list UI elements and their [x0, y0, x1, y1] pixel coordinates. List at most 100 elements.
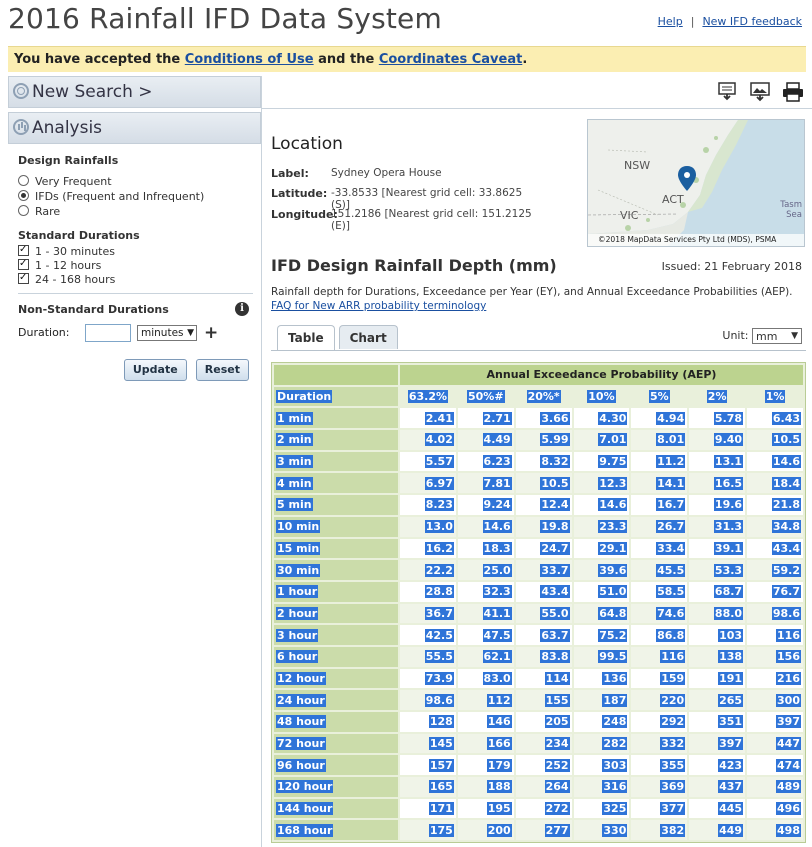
- faq-link[interactable]: FAQ for New ARR probability terminology: [271, 300, 486, 312]
- value-text: 32.3: [482, 585, 512, 599]
- image-download-icon[interactable]: [750, 82, 770, 102]
- duration-header[interactable]: Duration: [274, 386, 398, 407]
- duration-cell: 3 min: [274, 451, 398, 472]
- checkbox[interactable]: [18, 245, 29, 256]
- tab-table[interactable]: Table: [277, 325, 335, 351]
- value-cell: 175: [400, 820, 456, 841]
- value-cell: 28.8: [400, 581, 456, 602]
- conditions-of-use-link[interactable]: Conditions of Use: [185, 52, 314, 67]
- new-search-panel[interactable]: New Search >: [8, 76, 261, 108]
- value-text: 200: [486, 823, 512, 837]
- value-text: 191: [718, 671, 744, 685]
- radio-button[interactable]: [18, 190, 29, 201]
- map-credit: ©2018 MapData Services Pty Ltd (MDS), PS…: [588, 234, 804, 246]
- design-rainfalls-options: Very Frequent IFDs (Frequent and Infreque…: [18, 174, 253, 219]
- value-cell: 63.7: [515, 625, 572, 645]
- value-text: 498: [776, 823, 801, 837]
- reset-button[interactable]: Reset: [195, 359, 249, 381]
- duration-label: 6 hour: [276, 650, 319, 664]
- value-text: 7.81: [482, 476, 512, 490]
- standard-duration-option[interactable]: 24 - 168 hours: [18, 273, 253, 287]
- aep-column-header[interactable]: 20%*: [515, 386, 572, 407]
- value-cell: 220: [631, 690, 688, 710]
- aep-column-header[interactable]: 10%: [573, 386, 630, 407]
- value-cell: 282: [573, 733, 630, 754]
- duration-label: 30 min: [276, 563, 321, 577]
- value-text: 220: [660, 693, 686, 707]
- design-rainfall-option[interactable]: IFDs (Frequent and Infrequent): [18, 189, 253, 204]
- duration-label: 144 hour: [276, 802, 334, 816]
- location-map[interactable]: NSW ACT VIC Tasm Sea ©2018 MapData Servi…: [587, 119, 805, 247]
- table-row: 30 min 22.2 25.0 33.7 39.6 45.5 53.3 59.2: [274, 560, 803, 580]
- value-text: 4.94: [656, 411, 686, 425]
- value-text: 325: [602, 802, 628, 816]
- standard-duration-option[interactable]: 1 - 12 hours: [18, 259, 253, 273]
- tab-chart[interactable]: Chart: [338, 325, 398, 349]
- aep-column-header[interactable]: 63.2%: [400, 386, 456, 407]
- value-text: 8.23: [424, 498, 454, 512]
- duration-input[interactable]: [85, 324, 131, 342]
- value-cell: 2.71: [457, 408, 514, 429]
- aep-column-header[interactable]: 5%: [631, 386, 688, 407]
- value-cell: 423: [689, 755, 746, 776]
- unit-select[interactable]: mm ▼: [752, 328, 802, 344]
- option-label: Rare: [35, 205, 61, 218]
- coordinates-caveat-link[interactable]: Coordinates Caveat: [379, 52, 523, 67]
- design-rainfall-option[interactable]: Rare: [18, 204, 253, 219]
- map-label-nsw: NSW: [624, 159, 651, 172]
- value-cell: 53.3: [689, 560, 746, 580]
- value-text: 128: [428, 715, 454, 729]
- aep-column-header[interactable]: 2%: [689, 386, 746, 407]
- print-icon[interactable]: [782, 82, 804, 102]
- radio-button[interactable]: [18, 205, 29, 216]
- checkbox[interactable]: [18, 273, 29, 284]
- option-label: Very Frequent: [35, 175, 112, 188]
- radio-button[interactable]: [18, 175, 29, 186]
- ifd-description: Rainfall depth for Durations, Exceedance…: [271, 285, 806, 313]
- value-text: 474: [776, 758, 801, 772]
- duration-cell: 1 min: [274, 408, 398, 429]
- feedback-link[interactable]: New IFD feedback: [702, 15, 802, 28]
- info-icon[interactable]: i: [235, 302, 249, 316]
- value-cell: 489: [747, 777, 803, 797]
- help-link[interactable]: Help: [658, 15, 683, 28]
- value-text: 171: [428, 802, 454, 816]
- value-cell: 397: [689, 733, 746, 754]
- csv-download-icon[interactable]: [717, 82, 737, 102]
- aep-column-header[interactable]: 1%: [747, 386, 803, 407]
- aep-column-header[interactable]: 50%#: [457, 386, 514, 407]
- value-text: 165: [428, 780, 454, 794]
- add-duration-icon[interactable]: +: [204, 323, 218, 343]
- value-cell: 10.5: [515, 473, 572, 494]
- value-cell: 248: [573, 712, 630, 732]
- duration-unit-select[interactable]: minutes ▼: [137, 325, 197, 341]
- analysis-panel[interactable]: Analysis: [8, 112, 261, 144]
- value-cell: 24.7: [515, 538, 572, 559]
- value-text: 19.6: [713, 498, 744, 512]
- unit-selector: Unit: mm ▼: [722, 328, 802, 344]
- update-button[interactable]: Update: [123, 359, 187, 381]
- value-cell: 355: [631, 755, 688, 776]
- value-cell: 4.02: [400, 430, 456, 450]
- conditions-notice: You have accepted the Conditions of Use …: [8, 46, 806, 72]
- longitude-value: 151.2186 [Nearest grid cell: 151.2125 (E…: [331, 208, 532, 232]
- value-text: 5.78: [713, 411, 744, 425]
- duration-cell: 2 min: [274, 430, 398, 450]
- value-text: 12.3: [598, 476, 628, 490]
- value-text: 24.7: [540, 541, 570, 555]
- value-cell: 7.81: [457, 473, 514, 494]
- value-cell: 265: [689, 690, 746, 710]
- standard-duration-option[interactable]: 1 - 30 minutes: [18, 245, 253, 259]
- value-text: 382: [660, 823, 686, 837]
- duration-cell: 15 min: [274, 538, 398, 559]
- value-cell: 449: [689, 820, 746, 841]
- design-rainfall-option[interactable]: Very Frequent: [18, 174, 253, 189]
- value-text: 86.8: [656, 628, 686, 642]
- duration-cell: 120 hour: [274, 777, 398, 797]
- value-cell: 99.5: [573, 646, 630, 667]
- checkbox[interactable]: [18, 259, 29, 270]
- value-cell: 73.9: [400, 668, 456, 689]
- table-row: 48 hour 128 146 205 248 292 351 397: [274, 712, 803, 732]
- table-row: 168 hour 175 200 277 330 382 449 498: [274, 820, 803, 841]
- value-text: 6.23: [482, 455, 512, 469]
